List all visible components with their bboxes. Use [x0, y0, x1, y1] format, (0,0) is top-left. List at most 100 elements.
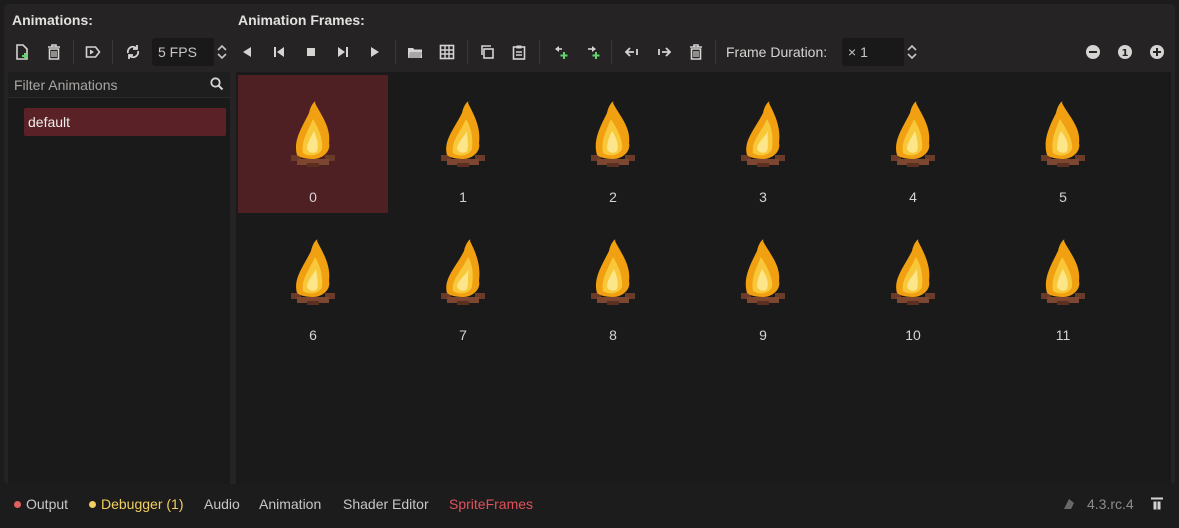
campfire-frame-icon [441, 239, 485, 305]
paste-frame-button[interactable] [506, 38, 532, 66]
play-backwards-button[interactable] [266, 38, 292, 66]
spin-arrows-icon[interactable] [214, 38, 230, 66]
play-from-current-button[interactable] [330, 38, 356, 66]
campfire-frame-icon [291, 101, 335, 167]
frame-thumbnail[interactable]: 4 [838, 75, 988, 213]
trash-icon [690, 44, 702, 60]
new-file-icon [16, 44, 28, 60]
frame-duration-spinbox[interactable]: × 1 [842, 38, 920, 66]
warning-dot-icon [89, 500, 96, 508]
autoplay-on-load-button[interactable] [80, 38, 106, 66]
animations-heading: Animations: [12, 12, 93, 28]
frame-thumbnail[interactable]: 6 [238, 213, 388, 351]
campfire-frame-icon [1041, 101, 1085, 167]
campfire-frame-icon [591, 101, 635, 167]
error-dot-icon [14, 500, 21, 508]
zoom-reset-button[interactable]: 1 [1112, 38, 1138, 66]
frame-index-label: 7 [459, 327, 467, 343]
zoom-out-button[interactable] [1080, 38, 1106, 66]
frame-index-label: 4 [909, 189, 917, 205]
frame-thumbnail[interactable]: 1 [388, 75, 538, 213]
tab-output[interactable]: Output [14, 496, 68, 512]
tab-animation[interactable]: Animation [259, 496, 321, 512]
delete-frame-button[interactable] [683, 38, 709, 66]
expand-bottom-panel-icon[interactable] [1150, 497, 1164, 511]
campfire-frame-icon [591, 239, 635, 305]
campfire-frame-icon [441, 101, 485, 167]
zoom-in-button[interactable] [1144, 38, 1170, 66]
tab-audio-label: Audio [204, 496, 240, 512]
fps-spinbox[interactable]: 5 FPS [152, 38, 230, 66]
zoom-in-icon [1150, 45, 1164, 59]
campfire-frame-icon [291, 239, 335, 305]
bottom-panel-tabs: Output Debugger (1) Audio Animation Shad… [0, 488, 1179, 520]
copy-frame-button[interactable] [474, 38, 500, 66]
frame-index-label: 1 [459, 189, 467, 205]
frame-index-label: 8 [609, 327, 617, 343]
tab-debugger-label: Debugger (1) [101, 496, 184, 512]
frame-index-label: 0 [309, 189, 317, 205]
move-frame-left-button[interactable] [619, 38, 645, 66]
frame-thumbnail[interactable]: 10 [838, 213, 988, 351]
tab-animation-label: Animation [259, 496, 322, 512]
insert-after-icon [588, 46, 600, 59]
animation-item-default[interactable]: default [24, 108, 226, 136]
arrow-right-icon [658, 47, 672, 57]
play-icon [371, 47, 379, 57]
tab-shader-editor[interactable]: Shader Editor [343, 496, 429, 512]
frame-thumbnail[interactable]: 3 [688, 75, 838, 213]
play-backwards-from-end-button[interactable] [234, 38, 260, 66]
copy-icon [481, 45, 494, 59]
stop-button[interactable] [298, 38, 324, 66]
frame-index-label: 10 [905, 327, 921, 343]
spin-arrows-icon[interactable] [904, 38, 920, 66]
campfire-frame-icon [891, 239, 935, 305]
frame-thumbnail[interactable]: 2 [538, 75, 688, 213]
search-icon [210, 77, 224, 91]
animations-list: Filter Animations default [8, 72, 230, 484]
filter-placeholder: Filter Animations [14, 76, 118, 93]
tab-audio[interactable]: Audio [204, 496, 240, 512]
frame-index-label: 6 [309, 327, 317, 343]
frame-thumbnail[interactable]: 0 [238, 75, 388, 213]
loop-toggle-button[interactable] [120, 38, 146, 66]
campfire-frame-icon [741, 239, 785, 305]
frame-thumbnail[interactable]: 7 [388, 213, 538, 351]
frame-thumbnail[interactable]: 9 [688, 213, 838, 351]
update-spinner-icon[interactable] [1062, 497, 1076, 511]
frame-index-label: 11 [1055, 327, 1071, 343]
frame-index-label: 9 [759, 327, 767, 343]
animation-frames-heading: Animation Frames: [238, 12, 365, 28]
insert-frame-before-button[interactable] [547, 38, 573, 66]
frame-thumbnail[interactable]: 5 [988, 75, 1138, 213]
campfire-frame-icon [891, 101, 935, 167]
campfire-frame-icon [741, 101, 785, 167]
tab-output-label: Output [26, 496, 69, 512]
frame-duration-value: × 1 [848, 44, 868, 60]
add-frames-from-sprite-sheet-button[interactable] [434, 38, 460, 66]
svg-text:1: 1 [1122, 48, 1129, 59]
tab-sprite-frames[interactable]: SpriteFrames [449, 496, 533, 512]
filter-animations-input[interactable]: Filter Animations [8, 72, 230, 98]
campfire-frame-icon [1041, 239, 1085, 305]
fps-value: 5 FPS [158, 44, 197, 60]
play-button[interactable] [362, 38, 388, 66]
frame-thumbnail[interactable]: 8 [538, 213, 688, 351]
frame-index-label: 3 [759, 189, 767, 205]
toolbar: 5 FPS Frame Duration: × 1 1 [0, 38, 1179, 66]
add-frame-from-file-button[interactable] [402, 38, 428, 66]
frame-index-label: 2 [609, 189, 617, 205]
grid-icon [439, 44, 455, 60]
stop-icon [307, 48, 315, 56]
trash-icon [48, 44, 60, 60]
insert-frame-after-button[interactable] [579, 38, 605, 66]
play-from-current-icon [338, 47, 348, 57]
frame-thumbnail[interactable]: 11 [988, 213, 1138, 351]
new-animation-button[interactable] [9, 38, 35, 66]
move-frame-right-button[interactable] [651, 38, 677, 66]
insert-before-icon [555, 46, 568, 59]
tab-debugger[interactable]: Debugger (1) [89, 496, 184, 512]
play-backwards-icon [243, 47, 251, 57]
arrow-left-icon [624, 47, 638, 57]
delete-animation-button[interactable] [41, 38, 67, 66]
